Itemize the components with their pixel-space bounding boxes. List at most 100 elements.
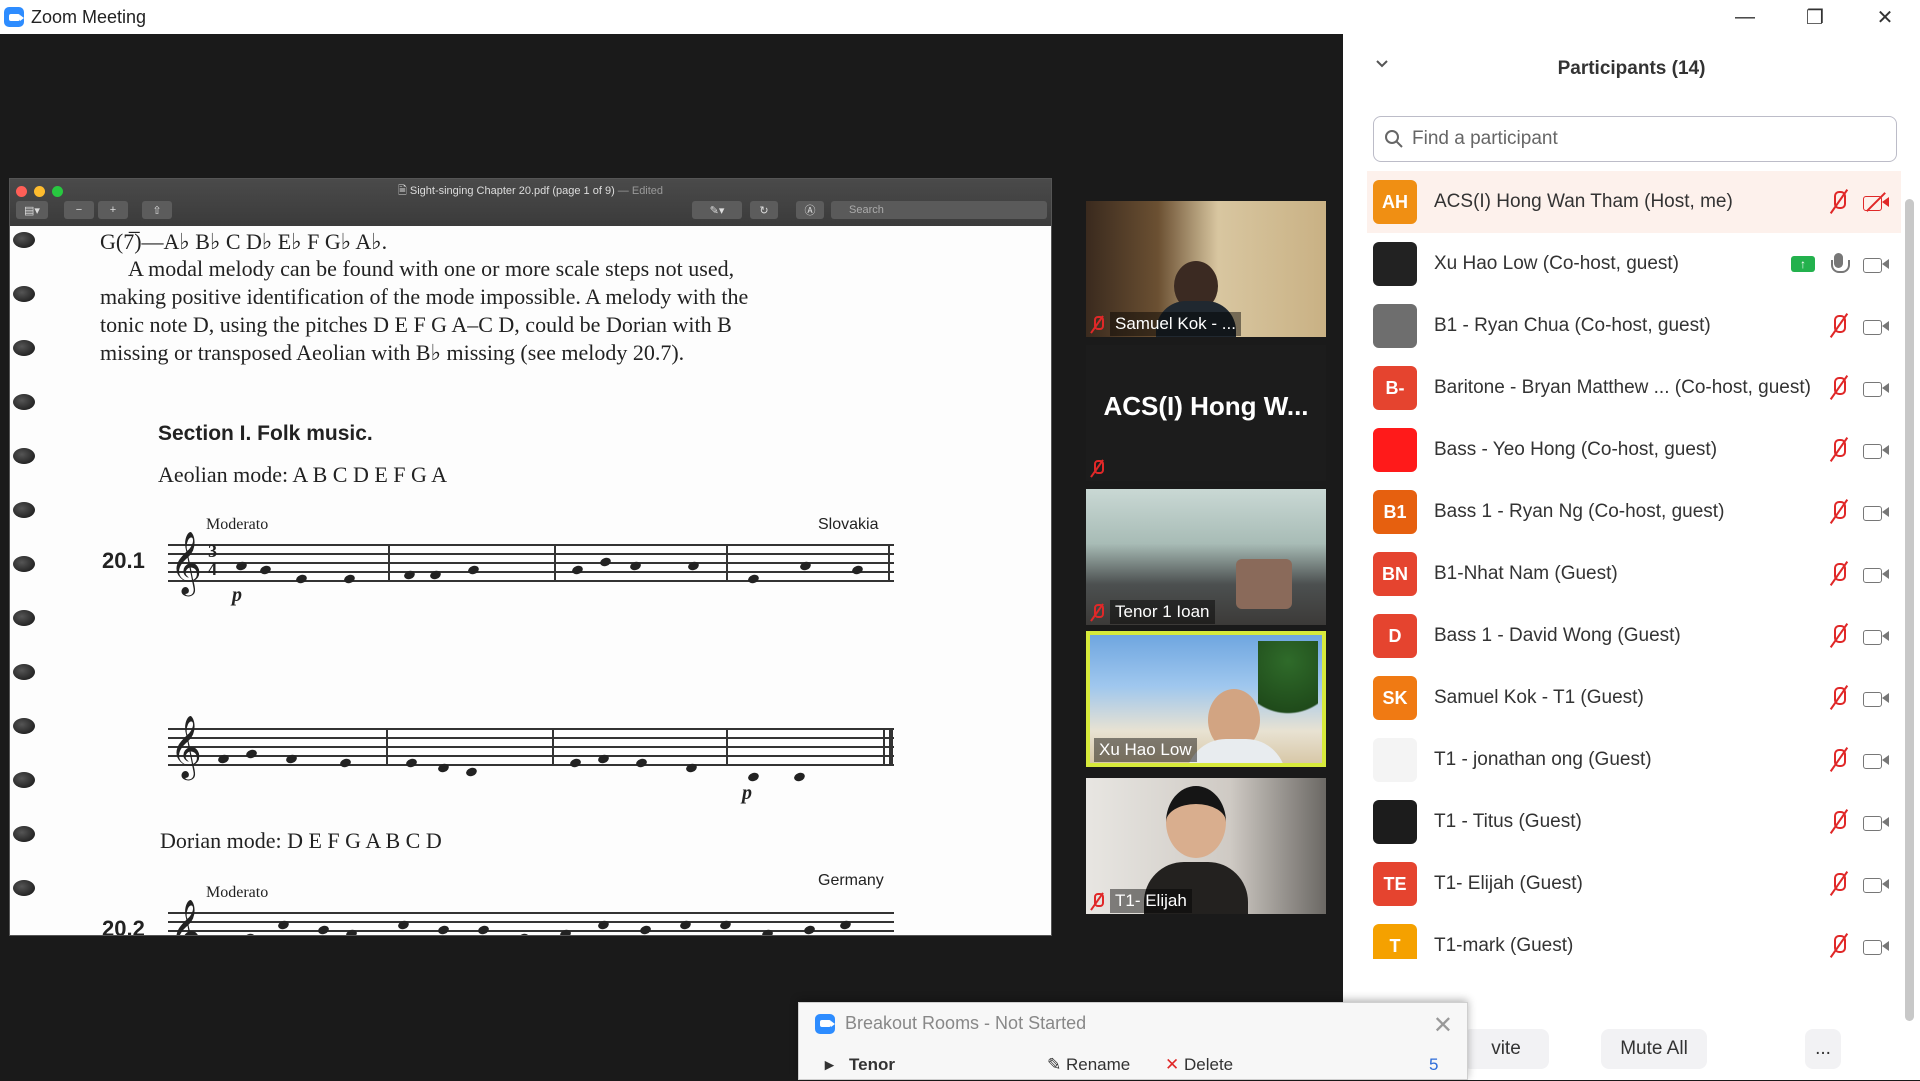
annotate-icon[interactable]: Ⓐ <box>796 201 824 219</box>
participant-row[interactable]: BN B1-Nhat Nam (Guest) <box>1367 543 1901 605</box>
more-options-button[interactable]: ... <box>1805 1029 1841 1069</box>
expand-room-icon[interactable]: ▸ <box>825 1055 834 1075</box>
mic-muted-icon[interactable] <box>1829 623 1849 649</box>
breakout-room-row[interactable]: ▸ Tenor ✎ Rename ✕ Delete 5 <box>799 1055 1467 1081</box>
rename-button[interactable]: ✎ Rename <box>1047 1055 1130 1075</box>
invite-button[interactable]: vite <box>1463 1029 1549 1069</box>
video-icon[interactable] <box>1863 689 1889 707</box>
video-icon[interactable] <box>1863 255 1889 273</box>
participant-status-icons: ↑ <box>1791 251 1889 277</box>
video-tile[interactable]: T1- Elijah <box>1086 778 1326 914</box>
participant-row[interactable]: D Bass 1 - David Wong (Guest) <box>1367 605 1901 667</box>
mic-muted-icon[interactable] <box>1829 375 1849 401</box>
participant-status-icons <box>1829 871 1889 897</box>
participant-row[interactable]: T1 - Titus (Guest) <box>1367 791 1901 853</box>
participant-row[interactable]: AH ACS(I) Hong Wan Tham (Host, me) <box>1367 171 1901 233</box>
delete-button[interactable]: ✕ Delete <box>1165 1055 1233 1075</box>
mic-muted-icon[interactable] <box>1829 499 1849 525</box>
participant-name: Bass - Yeo Hong (Co-host, guest) <box>1434 439 1718 460</box>
participant-status-icons <box>1829 499 1889 525</box>
rotate-icon[interactable]: ↻ <box>750 201 778 219</box>
video-tile-active-speaker[interactable]: Xu Hao Low <box>1086 631 1326 767</box>
markup-pen-icon[interactable]: ✎▾ <box>692 201 742 219</box>
title-bar: Zoom Meeting — ❐ ✕ <box>0 0 1920 34</box>
mic-muted-icon[interactable] <box>1829 933 1849 959</box>
video-icon[interactable] <box>1863 503 1889 521</box>
pdf-text-line: tonic note D, using the pitches D E F G … <box>100 312 732 337</box>
share-icon[interactable]: ⇧ <box>142 201 172 219</box>
video-tile[interactable]: Samuel Kok - ... <box>1086 201 1326 337</box>
window-controls: — ❐ ✕ <box>1710 0 1920 34</box>
participant-row[interactable]: T1 - jonathan ong (Guest) <box>1367 729 1901 791</box>
breakout-rooms-window[interactable]: Breakout Rooms - Not Started ✕ ▸ Tenor ✎… <box>798 1002 1468 1080</box>
video-tile[interactable]: Tenor 1 Ioan <box>1086 489 1326 625</box>
video-icon[interactable] <box>1863 813 1889 831</box>
scrollbar[interactable] <box>1905 199 1914 1021</box>
participant-row[interactable]: B1 - Ryan Chua (Co-host, guest) <box>1367 295 1901 357</box>
spiral-binding <box>13 826 35 842</box>
section-heading: Section I. Folk music. <box>158 422 373 445</box>
participant-row[interactable]: T T1-mark (Guest) <box>1367 915 1901 959</box>
video-icon[interactable] <box>1863 627 1889 645</box>
participant-name: Samuel Kok - T1 (Guest) <box>1434 687 1644 708</box>
avatar: AH <box>1373 180 1417 224</box>
video-tile[interactable]: ACS(I) Hong W... <box>1086 345 1326 481</box>
avatar: B1 <box>1373 490 1417 534</box>
video-icon[interactable] <box>1863 379 1889 397</box>
minimize-button[interactable]: — <box>1710 0 1780 34</box>
spiral-binding <box>13 772 35 788</box>
participant-search-input[interactable]: Find a participant <box>1373 116 1897 162</box>
mic-muted-icon[interactable] <box>1829 809 1849 835</box>
pdf-search-input[interactable]: Search <box>831 201 1047 219</box>
video-icon[interactable] <box>1863 565 1889 583</box>
video-icon[interactable] <box>1863 875 1889 893</box>
tile-name-label: T1- Elijah <box>1090 888 1192 914</box>
participant-row[interactable]: Bass - Yeo Hong (Co-host, guest) <box>1367 419 1901 481</box>
breakout-title-bar: Breakout Rooms - Not Started <box>811 1013 1086 1034</box>
mic-muted-icon[interactable] <box>1829 437 1849 463</box>
pdf-document-title: 🗎 Sight-singing Chapter 20.pdf (page 1 o… <box>397 185 664 197</box>
mute-all-button[interactable]: Mute All <box>1601 1029 1707 1069</box>
aeolian-mode-label: Aeolian mode: A B C D E F G A <box>158 462 448 487</box>
video-icon[interactable] <box>1863 751 1889 769</box>
pdf-page: G(7̅)—A♭ B♭ C D♭ E♭ F G♭ A♭. A modal mel… <box>10 226 1051 935</box>
close-icon[interactable]: ✕ <box>1433 1011 1453 1040</box>
mic-icon[interactable] <box>1829 251 1850 277</box>
participant-row[interactable]: SK Samuel Kok - T1 (Guest) <box>1367 667 1901 729</box>
zoom-app-icon <box>815 1013 835 1034</box>
zoom-in-icon[interactable]: + <box>98 201 128 219</box>
video-icon[interactable] <box>1863 441 1889 459</box>
video-off-icon[interactable] <box>1863 192 1889 212</box>
shared-pdf-window[interactable]: 🗎 Sight-singing Chapter 20.pdf (page 1 o… <box>9 178 1052 936</box>
treble-clef-icon: 𝄞 <box>170 533 202 593</box>
mic-muted-icon[interactable] <box>1829 561 1849 587</box>
mic-muted-icon[interactable] <box>1829 313 1849 339</box>
avatar: BN <box>1373 552 1417 596</box>
participant-row[interactable]: Xu Hao Low (Co-host, guest) ↑ <box>1367 233 1901 295</box>
participant-row[interactable]: B- Baritone - Bryan Matthew ... (Co-host,… <box>1367 357 1901 419</box>
video-icon[interactable] <box>1863 937 1889 955</box>
participant-name: B1-Nhat Nam (Guest) <box>1434 563 1618 584</box>
avatar <box>1373 428 1417 472</box>
participant-row[interactable]: TE T1- Elijah (Guest) <box>1367 853 1901 915</box>
restore-button[interactable]: ❐ <box>1780 0 1850 34</box>
dorian-mode-label: Dorian mode: D E F G A B C D <box>160 828 442 853</box>
spiral-binding <box>13 718 35 734</box>
spiral-binding <box>13 556 35 572</box>
zoom-out-icon[interactable]: − <box>64 201 94 219</box>
mic-muted-icon[interactable] <box>1829 747 1849 773</box>
spiral-binding <box>13 232 35 248</box>
participant-name: T1 - jonathan ong (Guest) <box>1434 749 1652 770</box>
close-button[interactable]: ✕ <box>1850 0 1920 34</box>
participant-body <box>1186 739 1286 763</box>
video-icon[interactable] <box>1863 317 1889 335</box>
participant-row[interactable]: B1 Bass 1 - Ryan Ng (Co-host, guest) <box>1367 481 1901 543</box>
participant-name: Xu Hao Low (Co-host, guest) <box>1434 253 1680 274</box>
mic-muted-icon[interactable] <box>1829 189 1849 215</box>
sidebar-toggle-icon[interactable]: ▤▾ <box>16 201 48 219</box>
spiral-binding <box>13 610 35 626</box>
mic-muted-icon[interactable] <box>1829 685 1849 711</box>
meeting-stage: 🗎 Sight-singing Chapter 20.pdf (page 1 o… <box>0 34 1343 1080</box>
pdf-text-line: making positive identification of the mo… <box>100 284 749 309</box>
mic-muted-icon[interactable] <box>1829 871 1849 897</box>
